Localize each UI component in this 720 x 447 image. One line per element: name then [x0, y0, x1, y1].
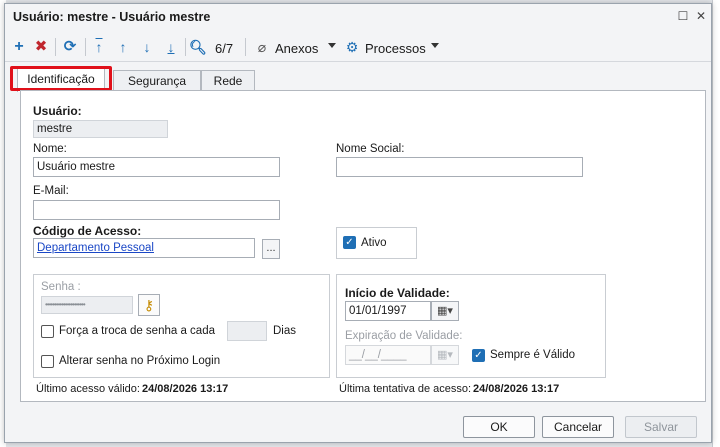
active-box: ✓ Ativo — [336, 227, 417, 259]
access-code-lookup-button[interactable]: ... — [262, 239, 280, 259]
last-attempt-label: Última tentativa de acesso: — [339, 383, 472, 395]
close-icon[interactable]: ✕ — [693, 8, 709, 24]
active-checkbox[interactable]: ✓ — [343, 236, 356, 249]
password-field: •••••••••••••••••••••• — [41, 296, 133, 314]
background-list-right — [712, 0, 720, 447]
validity-box: Início de Validade: 01/01/1997 ▦▾ Expira… — [336, 274, 606, 378]
user-label: Usuário: — [33, 104, 82, 118]
name-field[interactable]: Usuário mestre — [33, 157, 280, 177]
delete-icon[interactable]: ✖ — [33, 37, 49, 57]
save-button[interactable]: Salvar — [625, 416, 697, 438]
maximize-icon[interactable]: ☐ — [675, 8, 691, 24]
password-box: Senha : •••••••••••••••••••••• ⚷ Força a… — [33, 274, 330, 378]
previous-record-icon[interactable]: ↑ — [115, 37, 131, 57]
toolbar-separator — [55, 38, 56, 56]
toolbar-separator — [245, 38, 246, 56]
tab-seguranca[interactable]: Segurança — [113, 70, 201, 92]
toolbar: + ✖ ⟳ ↑ ↑ ↓ ↓ 🔍︎ 6/7 ⌀ Anexos ⚙ Processo… — [5, 32, 711, 62]
cancel-button[interactable]: Cancelar — [542, 416, 614, 438]
access-code-field[interactable]: Departamento Pessoal — [33, 238, 255, 258]
processes-menu[interactable]: Processos — [365, 41, 426, 56]
days-label: Dias — [273, 325, 297, 337]
user-dialog: Usuário: mestre - Usuário mestre ☐ ✕ + ✖… — [4, 3, 712, 443]
always-valid-checkbox[interactable]: ✓ — [472, 349, 485, 362]
last-record-icon[interactable]: ↓ — [163, 37, 179, 57]
record-position: 6/7 — [215, 41, 234, 56]
key-icon[interactable]: ⚷ — [138, 294, 160, 316]
name-label: Nome: — [33, 143, 67, 155]
days-field[interactable] — [227, 321, 267, 341]
always-valid-label: Sempre é Válido — [490, 349, 576, 361]
expiration-label: Expiração de Validade: — [345, 330, 463, 342]
social-name-field[interactable] — [336, 157, 583, 177]
tab-rede[interactable]: Rede — [201, 70, 255, 92]
tab-bar: Identificação Segurança Rede — [15, 68, 705, 92]
last-access-value: 24/08/2026 13:17 — [142, 383, 229, 395]
email-field[interactable] — [33, 200, 280, 220]
first-record-icon[interactable]: ↑ — [91, 37, 107, 57]
next-record-icon[interactable]: ↓ — [139, 37, 155, 57]
expiration-field: __/__/____ — [345, 345, 431, 365]
password-label: Senha : — [41, 281, 81, 293]
change-next-login-label: Alterar senha no Próximo Login — [59, 355, 221, 367]
toolbar-separator — [85, 38, 86, 56]
calendar-icon: ▦▾ — [431, 345, 459, 365]
change-next-login-checkbox[interactable] — [41, 355, 54, 368]
ok-button[interactable]: OK — [463, 416, 535, 438]
start-validity-label: Início de Validade: — [345, 286, 450, 300]
title-bar: Usuário: mestre - Usuário mestre ☐ ✕ — [5, 4, 711, 30]
calendar-icon[interactable]: ▦▾ — [431, 301, 459, 321]
user-field: mestre — [33, 120, 168, 138]
attachments-menu[interactable]: Anexos — [275, 41, 318, 56]
search-icon[interactable]: 🔍︎ — [189, 37, 207, 57]
identificacao-panel: Usuário: mestre Nome: Usuário mestre Nom… — [20, 90, 706, 402]
refresh-icon[interactable]: ⟳ — [61, 37, 79, 57]
active-label: Ativo — [361, 237, 387, 249]
chevron-down-icon[interactable] — [431, 43, 439, 48]
force-change-label: Força a troca de senha a cada — [59, 325, 215, 337]
paperclip-icon[interactable]: ⌀ — [255, 37, 269, 57]
window-title: Usuário: mestre - Usuário mestre — [13, 10, 211, 24]
social-name-label: Nome Social: — [336, 143, 405, 155]
access-code-label: Código de Acesso: — [33, 224, 142, 238]
last-access-label: Último acesso válido: — [36, 383, 140, 395]
email-label: E-Mail: — [33, 185, 69, 197]
tab-highlight-marker — [10, 66, 112, 91]
add-icon[interactable]: + — [11, 37, 27, 57]
gear-icon[interactable]: ⚙ — [345, 37, 359, 57]
start-validity-field[interactable]: 01/01/1997 — [345, 301, 431, 321]
toolbar-separator — [185, 38, 186, 56]
force-change-checkbox[interactable] — [41, 325, 54, 338]
last-attempt-value: 24/08/2026 13:17 — [473, 383, 560, 395]
chevron-down-icon[interactable] — [328, 43, 336, 48]
